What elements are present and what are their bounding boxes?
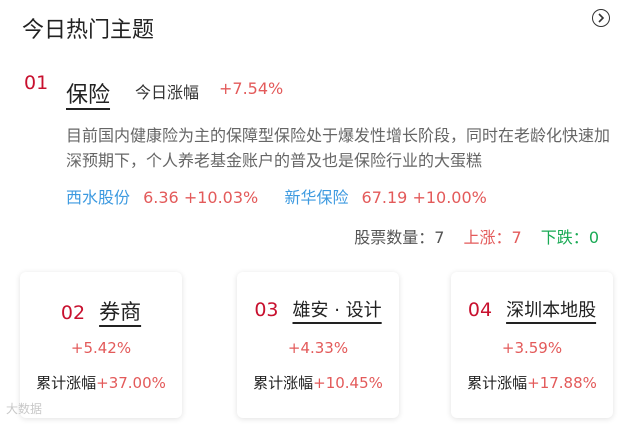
down-count-label: 下跌： (540, 228, 589, 247)
card-cum-label: 累计涨幅 (467, 374, 528, 392)
total-count-label: 股票数量： (354, 228, 435, 247)
stock-counts: 股票数量：7 上涨：7 下跌：0 (354, 224, 599, 248)
featured-description: 目前国内健康险为主的保障型保险处于爆发性增长阶段，同时在老龄化快速加深预期下，个… (66, 126, 611, 170)
topic-card[interactable]: 03 雄安 · 设计 +4.33% 累计涨幅+10.45% (237, 272, 399, 418)
featured-topic-link[interactable]: 保险 (66, 77, 110, 109)
chevron-right-circle-icon[interactable] (592, 9, 610, 27)
card-topic-name[interactable]: 雄安 · 设计 (293, 296, 382, 322)
card-cum-value: +37.00% (96, 374, 166, 392)
page-title: 今日热门主题 (22, 18, 155, 43)
today-change-value: +7.54% (219, 79, 284, 98)
card-cum-value: +10.45% (313, 374, 383, 392)
card-cum-value: +17.88% (527, 374, 597, 392)
stock-link[interactable]: 西水股份 (66, 188, 130, 207)
card-today-change: +4.33% (287, 339, 349, 357)
featured-rank: 01 (24, 72, 49, 94)
chevron-right-icon (598, 13, 605, 23)
up-count-label: 上涨： (463, 228, 512, 247)
card-cumulative: 累计涨幅+17.88% (451, 372, 613, 393)
down-count: 0 (588, 228, 599, 247)
card-today-change: +3.59% (501, 339, 563, 357)
card-topic-name[interactable]: 券商 (99, 296, 141, 326)
card-rank: 02 (60, 302, 86, 324)
featured-stock-list: 西水股份 6.36 +10.03% 新华保险 67.19 +10.00% (66, 184, 487, 208)
card-rank: 04 (467, 299, 493, 321)
stock-change: +10.03% (183, 188, 259, 207)
topic-card[interactable]: 04 深圳本地股 +3.59% 累计涨幅+17.88% (451, 272, 613, 418)
topic-card[interactable]: 02 券商 +5.42% 累计涨幅+37.00% (20, 272, 182, 418)
total-count: 7 (434, 228, 445, 247)
stock-change: +10.00% (412, 188, 487, 207)
watermark: 大数据 (6, 402, 43, 416)
up-count: 7 (511, 228, 522, 247)
card-cum-label: 累计涨幅 (253, 374, 314, 392)
card-rank: 03 (254, 299, 279, 321)
stock-price: 67.19 (361, 188, 408, 207)
card-cumulative: 累计涨幅+10.45% (237, 372, 399, 393)
stock-price: 6.36 (143, 188, 179, 207)
stock-link[interactable]: 新华保险 (284, 188, 348, 207)
card-topic-name[interactable]: 深圳本地股 (506, 296, 596, 322)
card-cumulative: 累计涨幅+37.00% (20, 372, 182, 393)
today-change-label: 今日涨幅 (135, 83, 200, 102)
card-today-change: +5.42% (70, 339, 132, 357)
card-cum-label: 累计涨幅 (36, 374, 97, 392)
